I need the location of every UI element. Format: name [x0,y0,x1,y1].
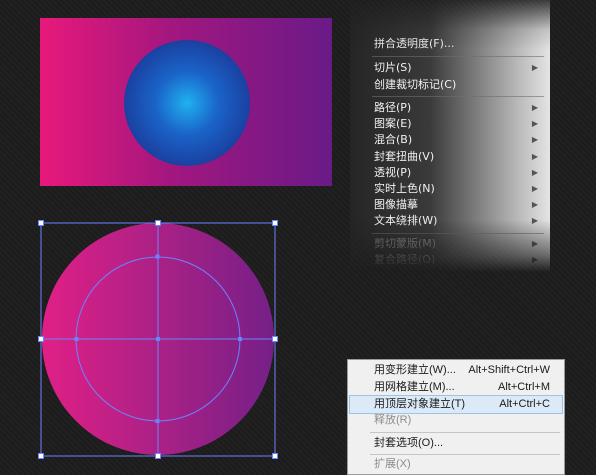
menu-item-flatten-transparency[interactable]: 拼合透明度(F)... [374,36,544,52]
item-shortcut: Alt+Ctrl+M [498,381,550,393]
anchor-point [155,419,160,423]
anchor-point [74,337,79,341]
selection-handle [272,453,278,459]
submenu-arrow-icon: ▶ [531,119,538,128]
item-label: 封套选项(O)... [374,437,444,449]
envelope-distort-submenu: 用变形建立(W)... Alt+Shift+Ctrl+W 用网格建立(M)...… [347,359,565,475]
submenu-arrow-icon: ▶ [531,135,538,144]
submenu-item-make-with-warp[interactable]: 用变形建立(W)... Alt+Shift+Ctrl+W [350,362,562,379]
submenu-arrow-icon: ▶ [531,200,538,209]
submenu-arrow-icon: ▶ [531,216,538,225]
menu-separator [372,233,544,234]
menu-separator [370,432,560,433]
submenu-arrow-icon: ▶ [531,255,538,264]
submenu-item-envelope-options[interactable]: 封套选项(O)... [350,435,562,452]
menu-separator [372,56,544,57]
menu-item-clipping-mask: 剪切蒙版(M) ▶ [374,237,538,250]
submenu-arrow-icon: ▶ [531,103,538,112]
submenu-arrow-icon: ▶ [531,184,538,193]
menu-item-pattern[interactable]: 图案(E) ▶ [374,116,544,132]
anchor-point [238,337,242,341]
anchor-point [156,337,160,341]
menu-item-envelope-distort[interactable]: 封套扭曲(V) ▶ [374,149,544,165]
selection-handle [272,220,278,226]
menu-item-perspective[interactable]: 透视(P) ▶ [374,165,544,181]
item-shortcut: Alt+Ctrl+C [499,398,550,410]
menu-separator [370,454,560,455]
selection-handle [155,220,161,226]
submenu-arrow-icon: ▶ [531,152,538,161]
item-label: 释放(R) [374,414,412,426]
menu-item-blend[interactable]: 混合(B) ▶ [374,132,544,148]
item-label: 用顶层对象建立(T) [374,398,466,410]
submenu-item-release: 释放(R) [350,412,562,429]
menu-item-text-wrap[interactable]: 文本绕排(W) ▶ [374,213,544,229]
menu-item-create-trim-marks[interactable]: 创建裁切标记(C) [374,77,544,93]
selection-handle [155,453,161,459]
menu-item-live-paint[interactable]: 实时上色(N) ▶ [374,181,544,197]
submenu-item-expand: 扩展(X) [350,456,562,473]
menu-item-compound-path: 复合路径(O) ▶ [374,253,538,266]
submenu-item-make-with-mesh[interactable]: 用网格建立(M)... Alt+Ctrl+M [350,379,562,396]
submenu-item-make-with-top-object[interactable]: 用顶层对象建立(T) Alt+Ctrl+C [349,395,563,414]
submenu-arrow-icon: ▶ [531,168,538,177]
item-shortcut: Alt+Shift+Ctrl+W [468,364,550,376]
item-label: 用网格建立(M)... [374,381,455,393]
selection-handle [38,220,44,226]
submenu-arrow-icon: ▶ [531,63,538,72]
selection-handle [272,336,278,342]
menu-item-path[interactable]: 路径(P) ▶ [374,100,544,116]
object-menu: 拼合透明度(F)... 切片(S) ▶ 创建裁切标记(C) 路径(P) ▶ 图案… [350,0,550,272]
submenu-arrow-icon: ▶ [531,239,538,248]
menu-separator [372,96,544,97]
item-label: 扩展(X) [374,458,411,470]
selection-handle [38,336,44,342]
anchor-point [155,254,160,259]
selection-handle [38,453,44,459]
menu-item-image-trace[interactable]: 图像描摹 ▶ [374,197,544,213]
item-label: 用变形建立(W)... [374,364,456,376]
menu-item-slice[interactable]: 切片(S) ▶ [374,60,544,76]
